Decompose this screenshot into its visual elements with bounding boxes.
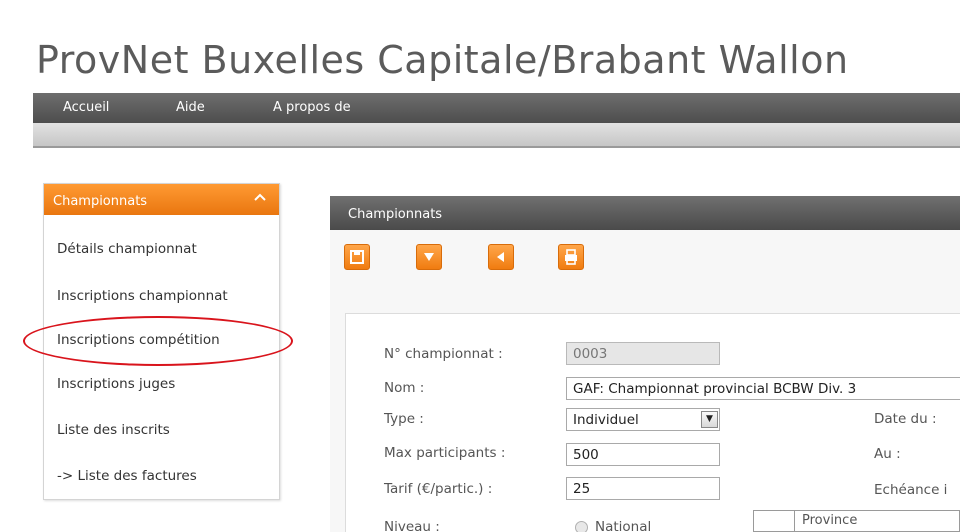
numero-label: N° championnat :	[384, 346, 503, 362]
tarif-label: Tarif (€/partic.) :	[384, 481, 493, 497]
type-select[interactable]: Individuel ▼	[566, 408, 720, 431]
app-title: ProvNet Buxelles Capitale/Brabant Wallon	[36, 38, 849, 82]
sidebar-item-details-championnat[interactable]: Détails championnat	[57, 241, 197, 257]
save-icon[interactable]	[344, 244, 370, 270]
sidebar-item-inscriptions-juges[interactable]: Inscriptions juges	[57, 376, 175, 392]
au-label: Au :	[874, 446, 901, 462]
sidebar-item-liste-inscrits[interactable]: Liste des inscrits	[57, 422, 170, 438]
echeance-label: Echéance i	[874, 482, 948, 498]
sidebar-header-label: Championnats	[53, 194, 148, 209]
type-select-value: Individuel	[573, 412, 639, 428]
menu-item-aide[interactable]: Aide	[176, 100, 205, 115]
menu-item-a-propos[interactable]: A propos de	[273, 100, 351, 115]
province-header-label: Province	[802, 513, 858, 528]
top-menu-bar: Accueil Aide A propos de	[33, 93, 960, 123]
province-table-header: Province	[753, 510, 960, 532]
sidebar-header[interactable]: Championnats	[44, 184, 279, 215]
nom-label: Nom :	[384, 380, 425, 396]
niveau-label: Niveau :	[384, 519, 440, 532]
chevron-down-icon[interactable]: ▼	[701, 411, 718, 428]
tarif-field[interactable]: 25	[566, 477, 720, 500]
numero-field: 0003	[566, 342, 720, 365]
dropdown-icon[interactable]	[416, 244, 442, 270]
niveau-national-radio[interactable]	[575, 521, 588, 532]
nom-field[interactable]: GAF: Championnat provincial BCBW Div. 3	[566, 377, 960, 400]
type-label: Type :	[384, 411, 424, 427]
max-label: Max participants :	[384, 445, 506, 461]
sidebar-item-inscriptions-championnat[interactable]: Inscriptions championnat	[57, 288, 228, 304]
menu-item-accueil[interactable]: Accueil	[63, 100, 109, 115]
niveau-national-label: National	[595, 519, 652, 532]
highlight-circle	[23, 316, 293, 366]
max-participants-field[interactable]: 500	[566, 443, 720, 466]
panel-title: Championnats	[330, 196, 960, 230]
back-icon[interactable]	[488, 244, 514, 270]
sidebar-item-liste-factures[interactable]: -> Liste des factures	[57, 468, 197, 484]
date-du-label: Date du :	[874, 411, 937, 427]
sub-menu-bar	[33, 123, 960, 148]
chevron-up-icon[interactable]	[253, 187, 267, 206]
print-icon[interactable]	[558, 244, 584, 270]
